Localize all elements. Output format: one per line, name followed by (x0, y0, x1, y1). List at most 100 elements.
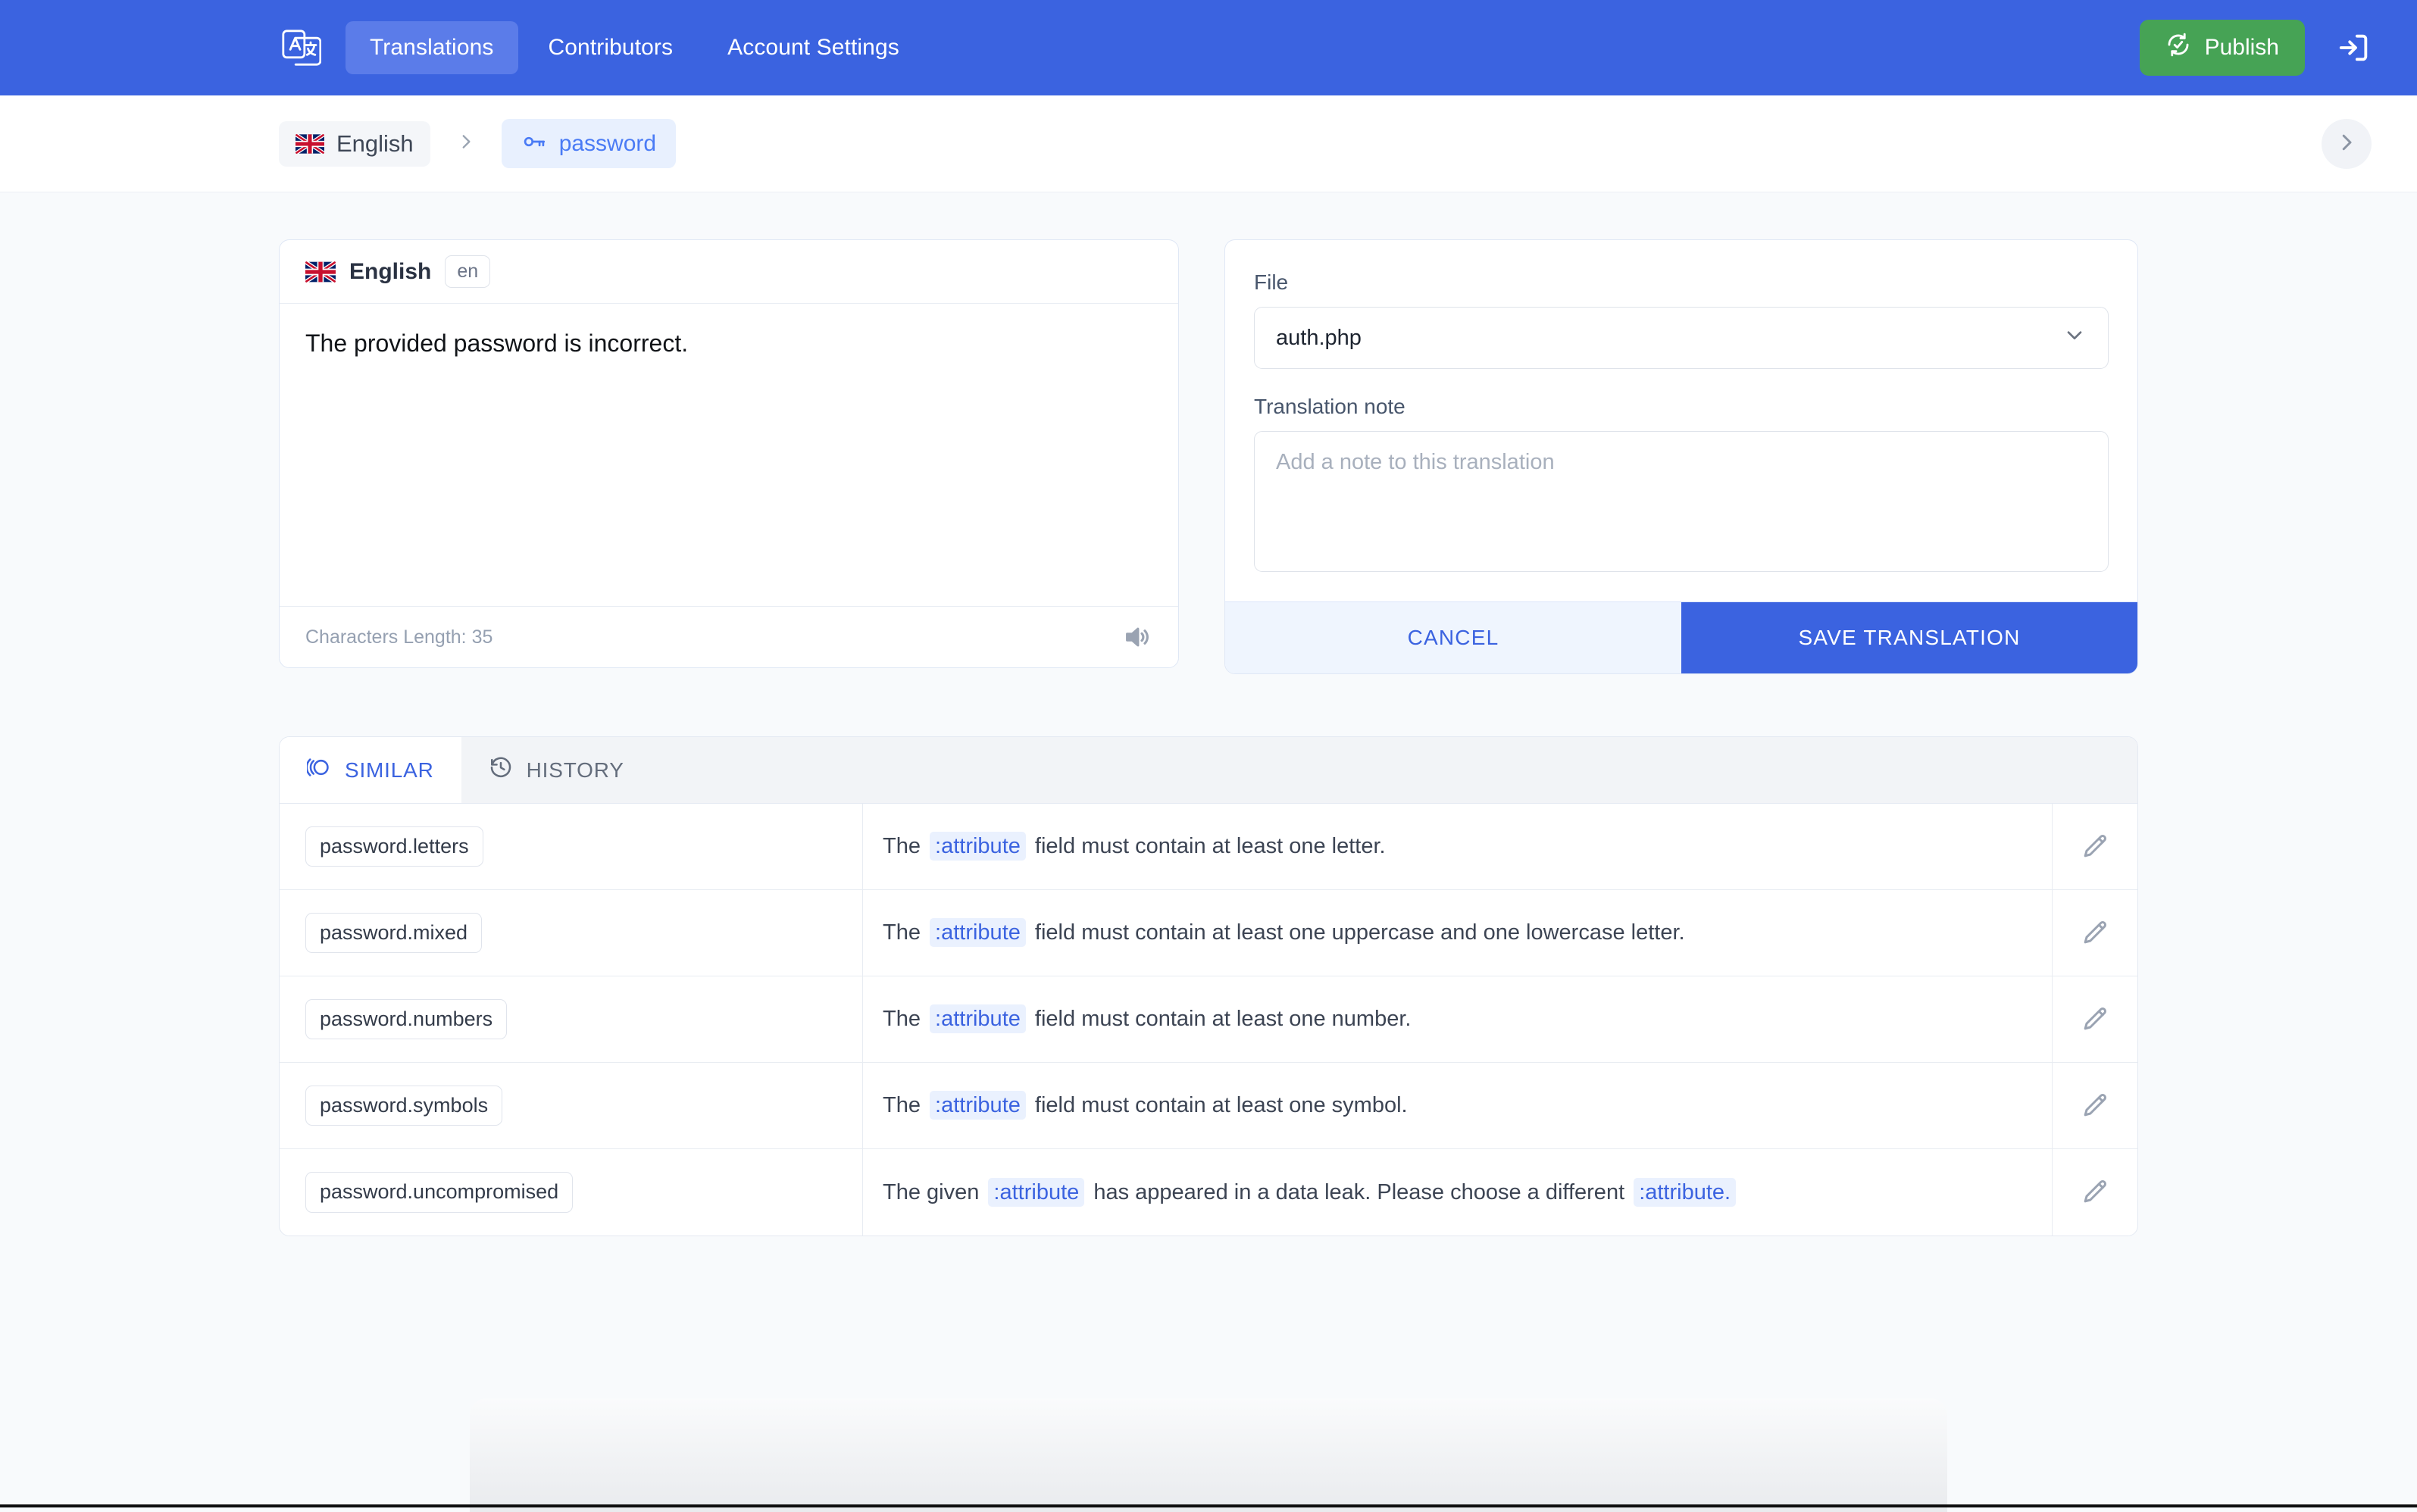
pencil-icon (2080, 918, 2110, 948)
nav-item-translations[interactable]: Translations (346, 21, 518, 74)
speaker-icon[interactable] (1122, 622, 1152, 652)
editor-row: English en The provided password is inco… (279, 239, 2138, 674)
text-fragment: The (883, 834, 927, 858)
publish-button[interactable]: Publish (2140, 20, 2305, 76)
breadcrumb-separator (456, 127, 476, 161)
table-row: password.uncompromised The given :attribu… (280, 1149, 2137, 1236)
edit-row-button[interactable] (2053, 1149, 2137, 1236)
table-row: password.letters The :attribute field mus… (280, 804, 2137, 890)
text-fragment: has appeared in a data leak. Please choo… (1087, 1180, 1631, 1204)
table-row: password.numbers The :attribute field mus… (280, 976, 2137, 1063)
nav-item-contributors-label: Contributors (549, 35, 674, 60)
breadcrumb-bar: English password (0, 95, 2417, 192)
chevron-right-icon (2335, 131, 2358, 156)
source-card-header: English en (280, 240, 1178, 304)
table-cell-key: password.letters (280, 804, 863, 889)
history-clock-icon (489, 755, 513, 785)
nav-item-account-settings-label: Account Settings (727, 35, 899, 60)
table-cell-text: The given :attribute has appeared in a d… (863, 1149, 2053, 1236)
placeholder-token: :attribute (930, 918, 1026, 947)
translation-form-body: File auth.php Translation note (1225, 240, 2137, 601)
edit-row-button[interactable] (2053, 804, 2137, 889)
save-translation-button[interactable]: SAVE TRANSLATION (1681, 602, 2137, 673)
edit-row-button[interactable] (2053, 976, 2137, 1062)
translation-note-label: Translation note (1254, 395, 2109, 419)
publish-button-label: Publish (2205, 35, 2279, 61)
next-translation-button[interactable] (2322, 119, 2372, 169)
file-select[interactable]: auth.php (1254, 307, 2109, 369)
table-cell-key: password.uncompromised (280, 1149, 863, 1236)
table-cell-text: The :attribute field must contain at lea… (863, 804, 2053, 889)
breadcrumb-language-label: English (336, 130, 414, 158)
text-fragment: The (883, 1007, 927, 1031)
placeholder-token: :attribute (988, 1178, 1084, 1207)
text-fragment: field must contain at least one number. (1029, 1007, 1412, 1031)
placeholder-token: :attribute. (1634, 1178, 1736, 1207)
pencil-icon (2080, 832, 2110, 862)
text-fragment: The given (883, 1180, 985, 1204)
edit-row-button[interactable] (2053, 890, 2137, 976)
placeholder-token: :attribute (930, 1004, 1026, 1033)
logout-icon[interactable] (2337, 30, 2372, 65)
similar-circles-icon (307, 755, 331, 785)
tab-history-label: HISTORY (527, 758, 624, 783)
table-cell-text: The :attribute field must contain at lea… (863, 976, 2053, 1062)
text-fragment: field must contain at least one symbol. (1029, 1093, 1408, 1117)
source-language-label: English (349, 259, 431, 285)
edit-row-button[interactable] (2053, 1063, 2137, 1148)
locale-badge: en (445, 255, 490, 288)
panel-tabbar: SIMILAR HISTORY (280, 737, 2137, 804)
pencil-icon (2080, 1091, 2110, 1121)
characters-length-label: Characters Length: 35 (305, 626, 492, 648)
source-card-footer: Characters Length: 35 (280, 607, 1178, 667)
similar-table: password.letters The :attribute field mus… (280, 804, 2137, 1236)
breadcrumb-key[interactable]: password (502, 119, 676, 168)
page-bottom-edge (0, 1504, 2417, 1507)
bottom-peek-panel (470, 1398, 1947, 1512)
key-icon (521, 129, 547, 158)
form-actions: CANCEL SAVE TRANSLATION (1225, 601, 2137, 673)
nav-item-translations-label: Translations (370, 35, 494, 60)
table-cell-key: password.numbers (280, 976, 863, 1062)
translation-form-card: File auth.php Translation note CANCEL SA… (1224, 239, 2138, 674)
main-content: English en The provided password is inco… (0, 192, 2417, 1236)
translation-key-chip: password.uncompromised (305, 1172, 573, 1212)
breadcrumb-language[interactable]: English (279, 121, 430, 167)
translation-note-input[interactable] (1254, 431, 2109, 572)
translate-icon[interactable] (279, 27, 321, 69)
file-label: File (1254, 270, 2109, 295)
file-select-value: auth.php (1276, 326, 1362, 351)
nav-links: Translations Contributors Account Settin… (346, 21, 924, 74)
text-fragment: field must contain at least one uppercas… (1029, 920, 1685, 945)
nav-item-contributors[interactable]: Contributors (524, 21, 698, 74)
tab-history[interactable]: HISTORY (461, 737, 652, 803)
placeholder-token: :attribute (930, 832, 1026, 861)
pencil-icon (2080, 1004, 2110, 1035)
source-text[interactable]: The provided password is incorrect. (280, 304, 1178, 607)
text-fragment: The (883, 1093, 927, 1117)
table-row: password.symbols The :attribute field mus… (280, 1063, 2137, 1149)
placeholder-token: :attribute (930, 1091, 1026, 1120)
uk-flag-icon (295, 134, 324, 154)
table-row: password.mixedThe :attribute field must … (280, 890, 2137, 976)
table-cell-key: password.symbols (280, 1063, 863, 1148)
uk-flag-icon (305, 261, 336, 283)
navbar-right-group: Publish (2140, 20, 2372, 76)
tab-similar[interactable]: SIMILAR (280, 737, 461, 803)
table-cell-text: The :attribute field must contain at lea… (863, 890, 2053, 976)
source-translation-card: English en The provided password is inco… (279, 239, 1179, 668)
tab-similar-label: SIMILAR (345, 758, 434, 783)
table-cell-text: The :attribute field must contain at lea… (863, 1063, 2053, 1148)
translation-key-chip: password.symbols (305, 1086, 502, 1126)
table-cell-key: password.mixed (280, 890, 863, 976)
similar-history-panel: SIMILAR HISTORY password.letters The :att… (279, 736, 2138, 1236)
nav-item-account-settings[interactable]: Account Settings (703, 21, 924, 74)
breadcrumb-key-label: password (559, 131, 656, 157)
top-navbar: Translations Contributors Account Settin… (0, 0, 2417, 95)
cancel-button[interactable]: CANCEL (1225, 602, 1681, 673)
translation-key-chip: password.letters (305, 826, 483, 867)
translation-key-chip: password.numbers (305, 999, 507, 1039)
chevron-down-icon (2062, 323, 2087, 353)
pencil-icon (2080, 1177, 2110, 1207)
text-fragment: The (883, 920, 927, 945)
